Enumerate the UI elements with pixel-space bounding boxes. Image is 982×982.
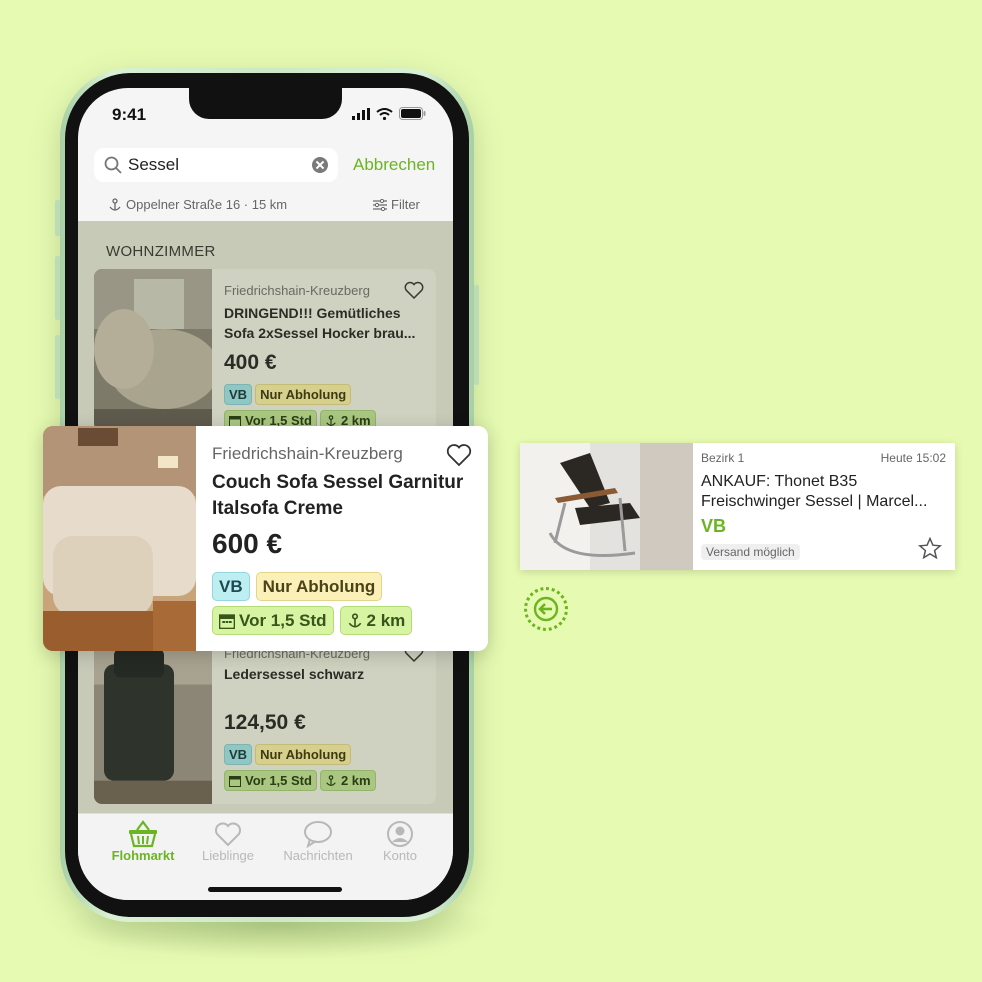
pickup-badge: Nur Abholung: [255, 744, 352, 765]
meta-row: Vor 1,5 Std 2 km: [224, 770, 376, 791]
power-button: [474, 285, 479, 385]
tag-row: VB Nur Abholung: [212, 572, 383, 601]
listing-district: Bezirk 1: [701, 451, 745, 465]
tab-label: Konto: [383, 848, 417, 863]
listing-title: Ledersessel schwarz: [224, 666, 365, 682]
volume-up-button: [55, 256, 60, 320]
home-indicator: [208, 887, 342, 892]
distance-text: 2 km: [366, 610, 406, 630]
tab-label: Nachrichten: [283, 848, 353, 863]
anchor-pin-icon: [348, 612, 361, 628]
volume-down-button: [55, 335, 60, 399]
alternate-listing-card[interactable]: Bezirk 1 Heute 15:02 ANKAUF: Thonet B35 …: [520, 443, 955, 570]
clear-icon[interactable]: [312, 157, 328, 173]
favorite-button[interactable]: [917, 536, 943, 565]
calendar-icon: [229, 775, 241, 787]
section-header: WOHNZIMMER: [106, 243, 216, 260]
wifi-icon: [376, 107, 393, 120]
listing-title: ANKAUF: Thonet B35 Freischwinger Sessel …: [701, 473, 928, 510]
meta-row: Vor 1,5 Std 2 km: [212, 606, 413, 635]
age-badge: Vor 1,5 Std: [212, 606, 334, 635]
heart-icon: [446, 444, 472, 467]
distance-badge: 2 km: [319, 770, 376, 791]
status-time: 9:41: [112, 105, 147, 124]
basket-icon: [129, 820, 157, 848]
listing-photo: [43, 426, 196, 651]
location-text: Oppelner Straße 16 · 15 km: [126, 197, 288, 212]
featured-listing-card[interactable]: Friedrichshain-Kreuzberg Couch Sofa Sess…: [43, 426, 488, 651]
user-icon: [387, 821, 413, 847]
listing-card[interactable]: Friedrichshain-Kreuzberg DRINGEND!!! Gem…: [94, 269, 436, 431]
age-text: Vor 1,5 Std: [239, 610, 327, 630]
heart-icon: [215, 822, 241, 847]
distance-text: 2 km: [340, 773, 371, 788]
vb-badge: VB: [212, 572, 250, 601]
tab-konto[interactable]: Konto: [355, 820, 445, 863]
filter-button[interactable]: Filter: [373, 197, 420, 212]
tab-nachrichten[interactable]: Nachrichten: [273, 820, 363, 863]
vb-badge: VB: [224, 384, 253, 405]
chat-bubble-icon: [304, 821, 332, 848]
tab-label: Flohmarkt: [111, 848, 175, 863]
notch: [189, 88, 342, 119]
sliders-icon: [373, 198, 387, 211]
cancel-button[interactable]: Abbrechen: [353, 155, 435, 175]
listing-photo: [520, 443, 693, 570]
mute-switch: [55, 200, 60, 236]
tab-label: Lieblinge: [201, 848, 255, 863]
back-arrow-button[interactable]: [524, 587, 568, 631]
listing-district: Friedrichshain-Kreuzberg: [212, 444, 403, 463]
search-icon: [104, 156, 122, 174]
listing-price: 600 €: [212, 528, 283, 559]
shipping-badge: Versand möglich: [701, 544, 800, 560]
anchor-pin-icon: [326, 414, 336, 426]
pickup-badge: Nur Abholung: [255, 572, 383, 601]
tab-bar: Flohmarkt Lieblinge Nachrichten Konto: [78, 813, 453, 900]
signal-icon: [352, 107, 370, 120]
listing-photo: [94, 269, 212, 431]
heart-icon: [404, 281, 424, 300]
tag-row: VB Nur Abholung: [224, 744, 352, 765]
arrow-left-icon: [533, 596, 559, 622]
tag-row: VB Nur Abholung: [224, 384, 352, 405]
search-input[interactable]: Sessel: [94, 148, 338, 182]
pickup-badge: Nur Abholung: [255, 384, 352, 405]
calendar-icon: [229, 415, 241, 427]
listing-price: VB: [701, 516, 727, 536]
status-icons: [352, 107, 426, 120]
favorite-button[interactable]: [404, 281, 424, 304]
distance-badge: 2 km: [339, 606, 413, 635]
listing-district: Friedrichshain-Kreuzberg: [224, 283, 370, 298]
age-badge: Vor 1,5 Std: [224, 770, 317, 791]
tab-lieblinge[interactable]: Lieblinge: [183, 820, 273, 863]
listing-card[interactable]: Friedrichshain-Kreuzberg Ledersessel sch…: [94, 644, 436, 804]
listing-price: 400 €: [224, 351, 277, 374]
anchor-pin-icon: [326, 774, 336, 786]
anchor-pin-icon: [109, 197, 121, 211]
listing-time: Heute 15:02: [880, 451, 946, 465]
vb-badge: VB: [224, 744, 253, 765]
location-selector[interactable]: Oppelner Straße 16 · 15 km: [108, 197, 287, 212]
age-text: Vor 1,5 Std: [245, 773, 312, 788]
listing-title: Couch Sofa Sessel Garnitur Italsofa Crem…: [212, 472, 464, 519]
battery-icon: [399, 107, 426, 120]
listing-title: DRINGEND!!! Gemütliches Sofa 2xSessel Ho…: [224, 305, 416, 341]
tab-flohmarkt[interactable]: Flohmarkt: [98, 820, 188, 863]
filter-label: Filter: [391, 197, 420, 212]
search-query: Sessel: [128, 155, 180, 174]
calendar-icon: [219, 613, 235, 629]
listing-photo: [94, 644, 212, 804]
favorite-button[interactable]: [446, 443, 472, 471]
star-icon: [917, 536, 943, 560]
listing-price: 124,50 €: [224, 711, 306, 734]
